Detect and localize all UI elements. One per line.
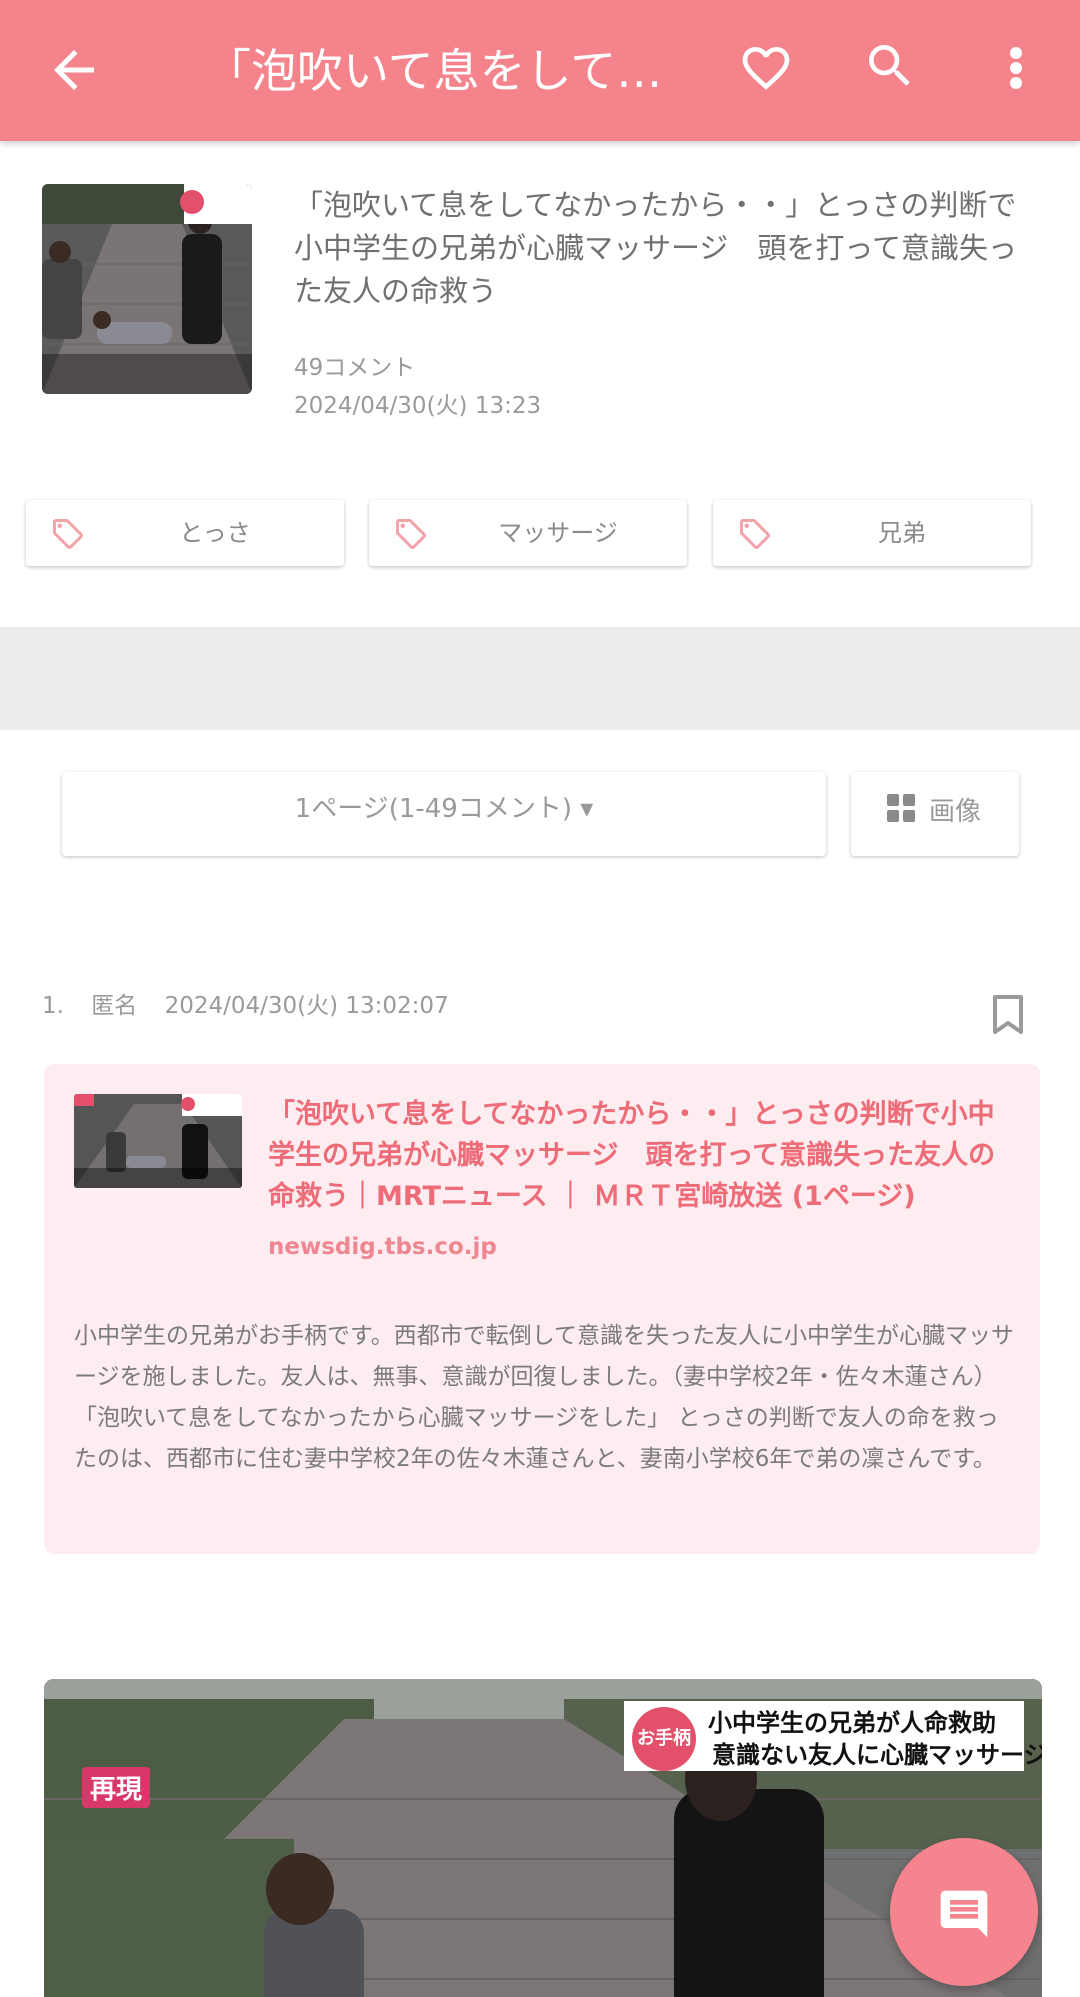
comment-timestamp: 2024/04/30(火) 13:02:07	[164, 993, 449, 1019]
news-headline-1: 小中学生の兄弟が人命救助	[708, 1709, 996, 1737]
link-description: 小中学生の兄弟がお手柄です。西都市で転倒して意識を失った友人に小中学生が心臓マッ…	[74, 1323, 1015, 1472]
image-view-button[interactable]: 画像	[851, 772, 1019, 856]
comment-icon	[940, 1890, 988, 1938]
news-tag: お手柄	[632, 1707, 696, 1771]
search-icon[interactable]	[862, 38, 918, 94]
tag-icon	[48, 516, 88, 552]
link-domain: newsdig.tbs.co.jp	[268, 1234, 497, 1260]
link-title[interactable]: 「泡吹いて息をしてなかったから・・」とっさの判断で小中学生の兄弟が心臓マッサージ…	[268, 1094, 1018, 1217]
grid-icon	[887, 794, 915, 822]
tag-label: とっさ	[179, 519, 251, 547]
tag-label: 兄弟	[878, 519, 926, 547]
comment-fab[interactable]	[890, 1838, 1038, 1986]
article-thumbnail[interactable]	[42, 184, 252, 394]
heart-icon[interactable]	[738, 40, 794, 96]
tag-chip[interactable]: とっさ	[26, 500, 344, 566]
comment-image[interactable]: 再現 お手柄 小中学生の兄弟が人命救助 意識ない友人に心臓マッサージ	[44, 1679, 1042, 1997]
tag-chip[interactable]: マッサージ	[369, 500, 687, 566]
tag-chip[interactable]: 兄弟	[713, 500, 1031, 566]
article-date: 2024/04/30(火) 13:23	[294, 393, 542, 419]
page-title: 「泡吹いて息をして…	[205, 44, 663, 98]
page-selector[interactable]: 1ページ(1-49コメント) ▾	[62, 772, 826, 856]
news-headline-2: 意識ない友人に心臓マッサージ	[712, 1741, 1042, 1769]
reenactment-badge: 再現	[82, 1767, 151, 1808]
back-arrow-icon[interactable]	[44, 40, 104, 100]
image-button-label: 画像	[929, 797, 982, 827]
comment-author: 匿名	[91, 993, 138, 1019]
comment-count: 49コメント	[294, 355, 416, 381]
comment-number: 1.	[42, 993, 64, 1019]
tag-icon	[735, 516, 775, 552]
app-bar: 「泡吹いて息をして…	[0, 0, 1080, 141]
bookmark-icon[interactable]	[992, 994, 1024, 1036]
comment-meta: 1. 匿名 2024/04/30(火) 13:02:07	[42, 986, 469, 1020]
section-divider	[0, 627, 1080, 730]
tag-icon	[391, 516, 431, 552]
article-title[interactable]: 「泡吹いて息をしてなかったから・・」とっさの判断で小中学生の兄弟が心臓マッサージ…	[294, 184, 1034, 313]
tag-label: マッサージ	[498, 519, 618, 547]
link-preview-card[interactable]: 「泡吹いて息をしてなかったから・・」とっさの判断で小中学生の兄弟が心臓マッサージ…	[44, 1064, 1040, 1554]
link-thumbnail	[74, 1094, 242, 1188]
more-vertical-icon[interactable]	[998, 38, 1034, 98]
